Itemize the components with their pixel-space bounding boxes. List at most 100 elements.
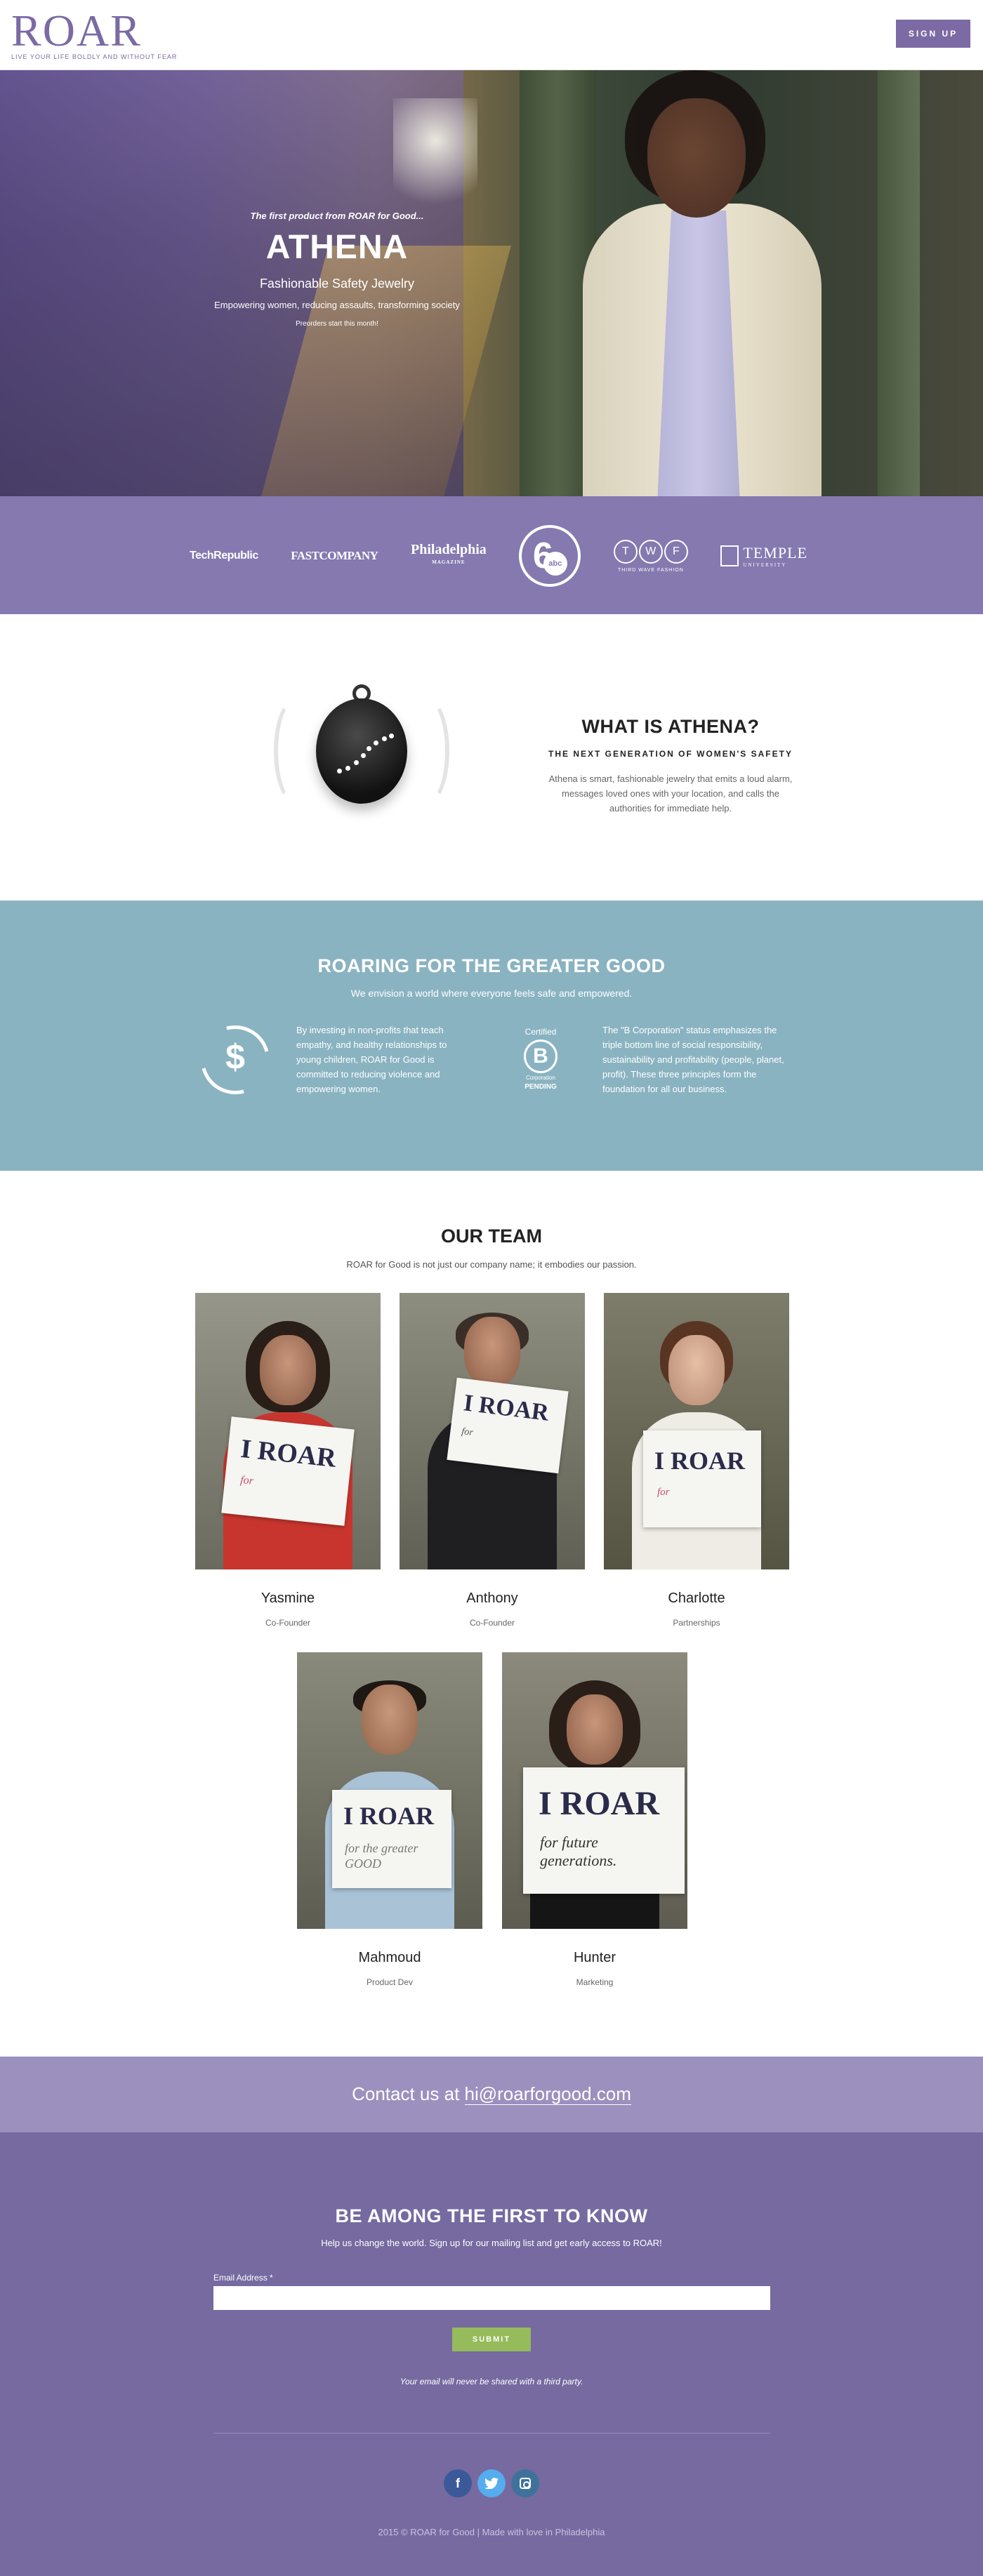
temple-emblem-icon	[720, 545, 739, 566]
footer-copyright: 2015 © ROAR for Good | Made with love in…	[378, 2527, 605, 2537]
member-name: Yasmine	[260, 1591, 315, 1606]
email-input[interactable]	[213, 2286, 770, 2310]
sign-roar-text: I ROAR	[654, 1447, 746, 1475]
member-role: Co-Founder	[469, 1618, 515, 1628]
b-corp-badge: Certified B Corporation PENDING	[518, 1027, 563, 1091]
twf-letter: W	[638, 539, 663, 564]
hero-face	[647, 98, 746, 218]
team-member-yasmine: I ROAR for Yasmine Co-Founder	[195, 1293, 381, 1628]
member-name: Hunter	[573, 1950, 616, 1965]
member-sign: I ROAR for the greater GOOD	[332, 1790, 451, 1888]
hero-note: Preorders start this month!	[296, 320, 378, 328]
third-wave-fashion-logo[interactable]: T W F THIRD WAVE FASHION	[613, 539, 688, 573]
sign-for-text: for	[657, 1487, 670, 1498]
member-sign: I ROAR for	[221, 1416, 355, 1526]
pendant-led-dot	[354, 760, 359, 765]
sign-for-text: for the greater GOOD	[345, 1841, 418, 1871]
submit-button[interactable]: SUBMIT	[452, 2328, 531, 2351]
member-sign: I ROAR for	[643, 1430, 761, 1527]
photo-face	[260, 1335, 316, 1405]
philadelphia-magazine-logo[interactable]: Philadelphia MAGAZINE	[411, 543, 487, 569]
bcorp-corporation: Corporation	[526, 1075, 555, 1081]
signup-subtitle: Help us change the world. Sign up for ou…	[321, 2238, 662, 2248]
social-links: f	[442, 2469, 541, 2500]
what-description: Athena is smart, fashionable jewelry tha…	[548, 774, 793, 814]
temple-university-logo[interactable]: TEMPLE UNIVERSITY	[720, 544, 807, 568]
athena-device-image	[267, 684, 456, 825]
good-bcorp-text: The "B Corporation" status emphasizes th…	[602, 1025, 784, 1094]
instagram-icon[interactable]	[511, 2469, 539, 2497]
what-subtitle: THE NEXT GENERATION OF WOMEN'S SAFETY	[548, 749, 793, 759]
twf-letter: T	[613, 539, 638, 564]
good-title: ROARING FOR THE GREATER GOOD	[317, 955, 666, 976]
sign-for-text: for future generations.	[540, 1833, 617, 1869]
photo-face	[464, 1317, 520, 1387]
temple-text: TEMPLE	[743, 544, 807, 562]
member-role: Partnerships	[673, 1618, 720, 1628]
bcorp-b-icon: B	[524, 1040, 558, 1073]
temple-text-block: TEMPLE UNIVERSITY	[743, 544, 807, 568]
bcorp-certified: Certified	[525, 1027, 557, 1037]
pendant-led-dot	[367, 746, 371, 751]
privacy-note: Your email will never be shared with a t…	[400, 2377, 583, 2386]
good-subtitle: We envision a world where everyone feels…	[350, 988, 633, 999]
site-header: ROAR LIVE YOUR LIFE BOLDLY AND WITHOUT F…	[0, 0, 983, 70]
temple-sub: UNIVERSITY	[743, 562, 787, 568]
member-photo: I ROAR for	[400, 1293, 585, 1569]
abc-text: abc	[543, 552, 567, 576]
photo-face	[567, 1694, 623, 1765]
hero-text: The first product from ROAR for Good... …	[211, 211, 463, 328]
hero-kicker: The first product from ROAR for Good...	[250, 211, 424, 221]
sign-roar-text: I ROAR	[539, 1785, 660, 1822]
facebook-icon[interactable]: f	[444, 2469, 472, 2497]
team-member-mahmoud: I ROAR for the greater GOOD Mahmoud Prod…	[297, 1652, 482, 1987]
sign-roar-text: I ROAR	[343, 1802, 435, 1830]
sign-roar-text: I ROAR	[462, 1390, 550, 1426]
roar-logo[interactable]: ROAR LIVE YOUR LIFE BOLDLY AND WITHOUT F…	[11, 6, 178, 61]
team-subtitle: ROAR for Good is not just our company na…	[346, 1259, 637, 1270]
team-member-hunter: I ROAR for future generations. Hunter Ma…	[502, 1652, 687, 1987]
member-name: Charlotte	[668, 1591, 725, 1606]
member-photo: I ROAR for the greater GOOD	[297, 1652, 482, 1929]
team-title: OUR TEAM	[441, 1226, 542, 1247]
what-text: WHAT IS ATHENA? THE NEXT GENERATION OF W…	[548, 716, 793, 816]
contact-email-link[interactable]: hi@roarforgood.com	[464, 2083, 631, 2105]
instagram-glyph	[520, 2478, 531, 2489]
member-name: Mahmoud	[358, 1950, 421, 1965]
6abc-logo[interactable]: 6 abc	[519, 525, 581, 587]
fastcompany-logo[interactable]: FASTCOMPANY	[291, 549, 378, 563]
member-photo: I ROAR for	[195, 1293, 381, 1569]
member-sign: I ROAR for	[447, 1377, 569, 1474]
member-sign: I ROAR for future generations.	[523, 1767, 685, 1894]
pendant-led-dot	[382, 736, 387, 741]
email-label: Email Address *	[213, 2273, 273, 2283]
philadelphia-sub: MAGAZINE	[432, 559, 466, 565]
dollar-sign: $	[225, 1037, 245, 1077]
logo-tagline: LIVE YOUR LIFE BOLDLY AND WITHOUT FEAR	[11, 53, 178, 60]
logo-wordmark: ROAR	[11, 6, 142, 55]
hero-title: ATHENA	[265, 229, 409, 266]
sign-roar-text: I ROAR	[239, 1433, 338, 1473]
member-photo: I ROAR for	[604, 1293, 789, 1569]
pendant-led-dot	[345, 766, 350, 771]
member-role: Product Dev	[366, 1977, 414, 1987]
twf-letter: F	[664, 539, 688, 564]
member-role: Marketing	[576, 1977, 614, 1987]
press-logos: TechRepublic FASTCOMPANY Philadelphia MA…	[190, 517, 807, 595]
pendant-led-dot	[361, 753, 366, 758]
twitter-icon[interactable]	[477, 2469, 506, 2497]
divider	[213, 2433, 770, 2434]
sign-for-text: for	[239, 1474, 254, 1487]
techrepublic-logo[interactable]: TechRepublic	[190, 550, 258, 562]
team-section: OUR TEAM ROAR for Good is not just our c…	[0, 1171, 983, 2057]
contact-band: Contact us at hi@roarforgood.com	[0, 2057, 983, 2132]
hero-section: The first product from ROAR for Good... …	[0, 70, 983, 496]
philadelphia-text: Philadelphia	[410, 542, 487, 557]
member-name: Anthony	[466, 1591, 518, 1606]
dollar-cycle-icon: $	[188, 1013, 282, 1107]
twf-circles: T W F	[613, 539, 688, 564]
signup-title: BE AMONG THE FIRST TO KNOW	[335, 2205, 648, 2226]
member-role: Co-Founder	[265, 1618, 311, 1628]
signal-arc-right	[407, 698, 449, 804]
sign-up-button[interactable]: SIGN UP	[896, 20, 970, 48]
